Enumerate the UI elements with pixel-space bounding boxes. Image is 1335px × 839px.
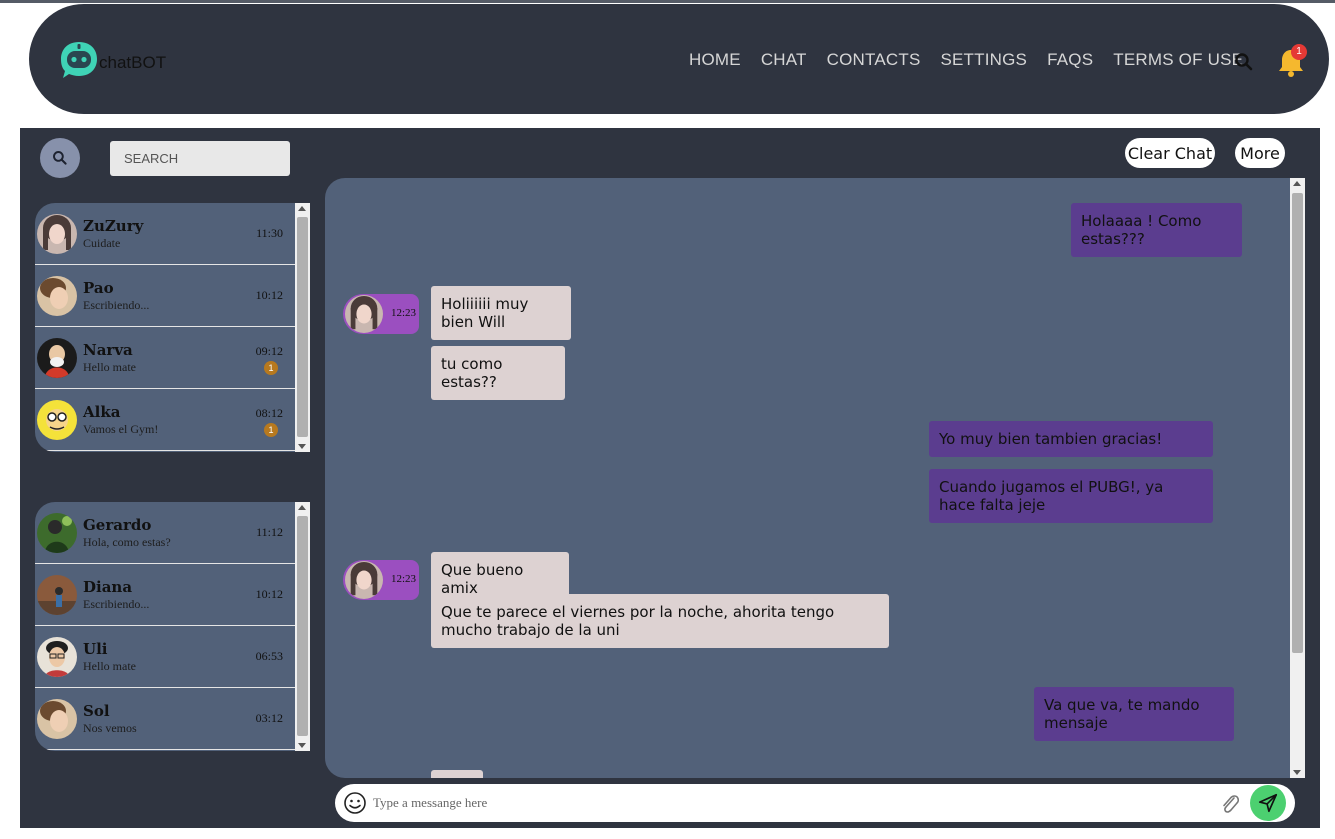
contact-status: Hello mate [83, 360, 136, 374]
contact-status: Hello mate [83, 659, 136, 673]
scroll-down-arrow[interactable] [298, 743, 306, 748]
contact-list-all: Gerardo Hola, como estas? 11:12 Diana Es… [35, 502, 310, 751]
chat-messages: Holaaaa ! Como estas??? 12:23 Holiiiiii … [325, 178, 1305, 778]
contact-item-gerardo[interactable]: Gerardo Hola, como estas? 11:12 [35, 502, 295, 564]
contact-name: Narva [83, 341, 133, 359]
paperclip-icon[interactable] [1219, 792, 1241, 816]
contact-item-uli[interactable]: Uli Hello mate 06:53 [35, 626, 295, 688]
brand-name: chatBOT [99, 53, 167, 72]
nav-faqs[interactable]: FAQS [1047, 50, 1093, 70]
contact-time: 11:12 [256, 525, 283, 539]
nav-contacts[interactable]: CONTACTS [827, 50, 921, 70]
contact-time: 03:12 [255, 711, 283, 725]
message-outgoing: Va que va, te mando mensaje [1034, 687, 1234, 741]
contact-list-recent: ZuZury Cuidate 11:30 Pao Escribiendo... … [35, 203, 310, 452]
message-outgoing: Yo muy bien tambien gracias! [929, 421, 1213, 457]
sender-tag: 12:23 [343, 294, 419, 334]
scroll-thumb[interactable] [1292, 193, 1303, 653]
unread-badge: 1 [264, 361, 278, 375]
message-outgoing: Cuando jugamos el PUBG!, ya hace falta j… [929, 469, 1213, 523]
unread-badge: 1 [264, 423, 278, 437]
scroll-thumb[interactable] [297, 217, 308, 437]
contact-item-zuzury[interactable]: ZuZury Cuidate 11:30 [35, 203, 295, 265]
scroll-down-arrow[interactable] [1293, 770, 1301, 775]
scroll-up-arrow[interactable] [298, 505, 306, 510]
contact-name: Pao [83, 279, 114, 297]
send-button[interactable] [1250, 785, 1286, 821]
sender-tag: 12:23 [343, 560, 419, 600]
clear-chat-button[interactable]: Clear Chat [1125, 138, 1215, 168]
sidebar-search-button[interactable] [40, 138, 80, 178]
contact-time: 06:53 [255, 649, 283, 663]
contact-status: Hola, como estas? [83, 535, 171, 549]
avatar [37, 276, 77, 316]
contact-status: Escribiendo... [83, 597, 150, 611]
message-outgoing: Holaaaa ! Como estas??? [1071, 203, 1242, 257]
contact-status: Escribiendo... [83, 298, 150, 312]
contact-status: Nos vemos [83, 721, 137, 735]
robot-chat-icon[interactable] [59, 40, 99, 80]
scroll-thumb[interactable] [297, 516, 308, 736]
scroll-down-arrow[interactable] [298, 444, 306, 449]
top-border [0, 0, 1335, 3]
nav-terms[interactable]: TERMS OF USE [1113, 50, 1243, 70]
nav-settings[interactable]: SETTINGS [940, 50, 1027, 70]
contact-name: Sol [83, 702, 110, 720]
emoji-icon[interactable] [343, 791, 367, 815]
chat-app: Clear Chat More ZuZury Cuidate 11:30 Pao… [20, 128, 1320, 828]
navbar: chatBOT HOME CHAT CONTACTS SETTINGS FAQS… [29, 4, 1329, 114]
contact-name: Gerardo [83, 516, 152, 534]
sidebar-search-input[interactable] [110, 141, 290, 176]
send-icon [1258, 793, 1278, 813]
contact-item-pao[interactable]: Pao Escribiendo... 10:12 [35, 265, 295, 327]
contact-item-diana[interactable]: Diana Escribiendo... 10:12 [35, 564, 295, 626]
nav-chat[interactable]: CHAT [761, 50, 807, 70]
contact-item-alka[interactable]: Alka Vamos el Gym! 08:12 1 [35, 389, 295, 451]
contact-name: ZuZury [83, 217, 144, 235]
message-incoming: tu como estas?? [431, 346, 565, 400]
contact-time: 10:12 [255, 288, 283, 302]
contact-item-narva[interactable]: Narva Hello mate 09:12 1 [35, 327, 295, 389]
contact-time: 10:12 [255, 587, 283, 601]
contact-name: Diana [83, 578, 133, 596]
message-incoming-partial [431, 770, 483, 778]
scroll-up-arrow[interactable] [1293, 181, 1301, 186]
search-icon[interactable] [1234, 52, 1254, 72]
contact-time: 11:30 [256, 226, 283, 240]
avatar [37, 575, 77, 615]
contact-list-scrollbar[interactable] [295, 502, 310, 751]
contact-item-sol[interactable]: Sol Nos vemos 03:12 [35, 688, 295, 750]
avatar [345, 561, 383, 599]
message-input[interactable] [373, 792, 1203, 814]
message-composer [335, 784, 1295, 822]
contact-name: Alka [83, 403, 121, 421]
avatar [37, 637, 77, 677]
message-time: 12:23 [391, 573, 417, 585]
contact-time: 09:12 [255, 344, 283, 358]
avatar [37, 699, 77, 739]
message-incoming: Que te parece el viernes por la noche, a… [431, 594, 889, 648]
avatar [345, 295, 383, 333]
contact-list-scrollbar[interactable] [295, 203, 310, 452]
contact-time: 08:12 [255, 406, 283, 420]
contact-status: Vamos el Gym! [83, 422, 159, 436]
avatar [37, 214, 77, 254]
avatar [37, 338, 77, 378]
contact-status: Cuidate [83, 236, 121, 250]
message-incoming: Holiiiiii muy bien Will [431, 286, 571, 340]
nav-home[interactable]: HOME [689, 50, 741, 70]
search-icon [53, 151, 67, 165]
scroll-up-arrow[interactable] [298, 206, 306, 211]
main-nav: HOME CHAT CONTACTS SETTINGS FAQS TERMS O… [689, 50, 1243, 70]
chat-scrollbar[interactable] [1290, 178, 1305, 778]
more-button[interactable]: More [1235, 138, 1285, 168]
notification-badge: 1 [1291, 44, 1307, 60]
contact-name: Uli [83, 640, 108, 658]
avatar [37, 400, 77, 440]
message-time: 12:23 [391, 307, 417, 319]
avatar [37, 513, 77, 553]
